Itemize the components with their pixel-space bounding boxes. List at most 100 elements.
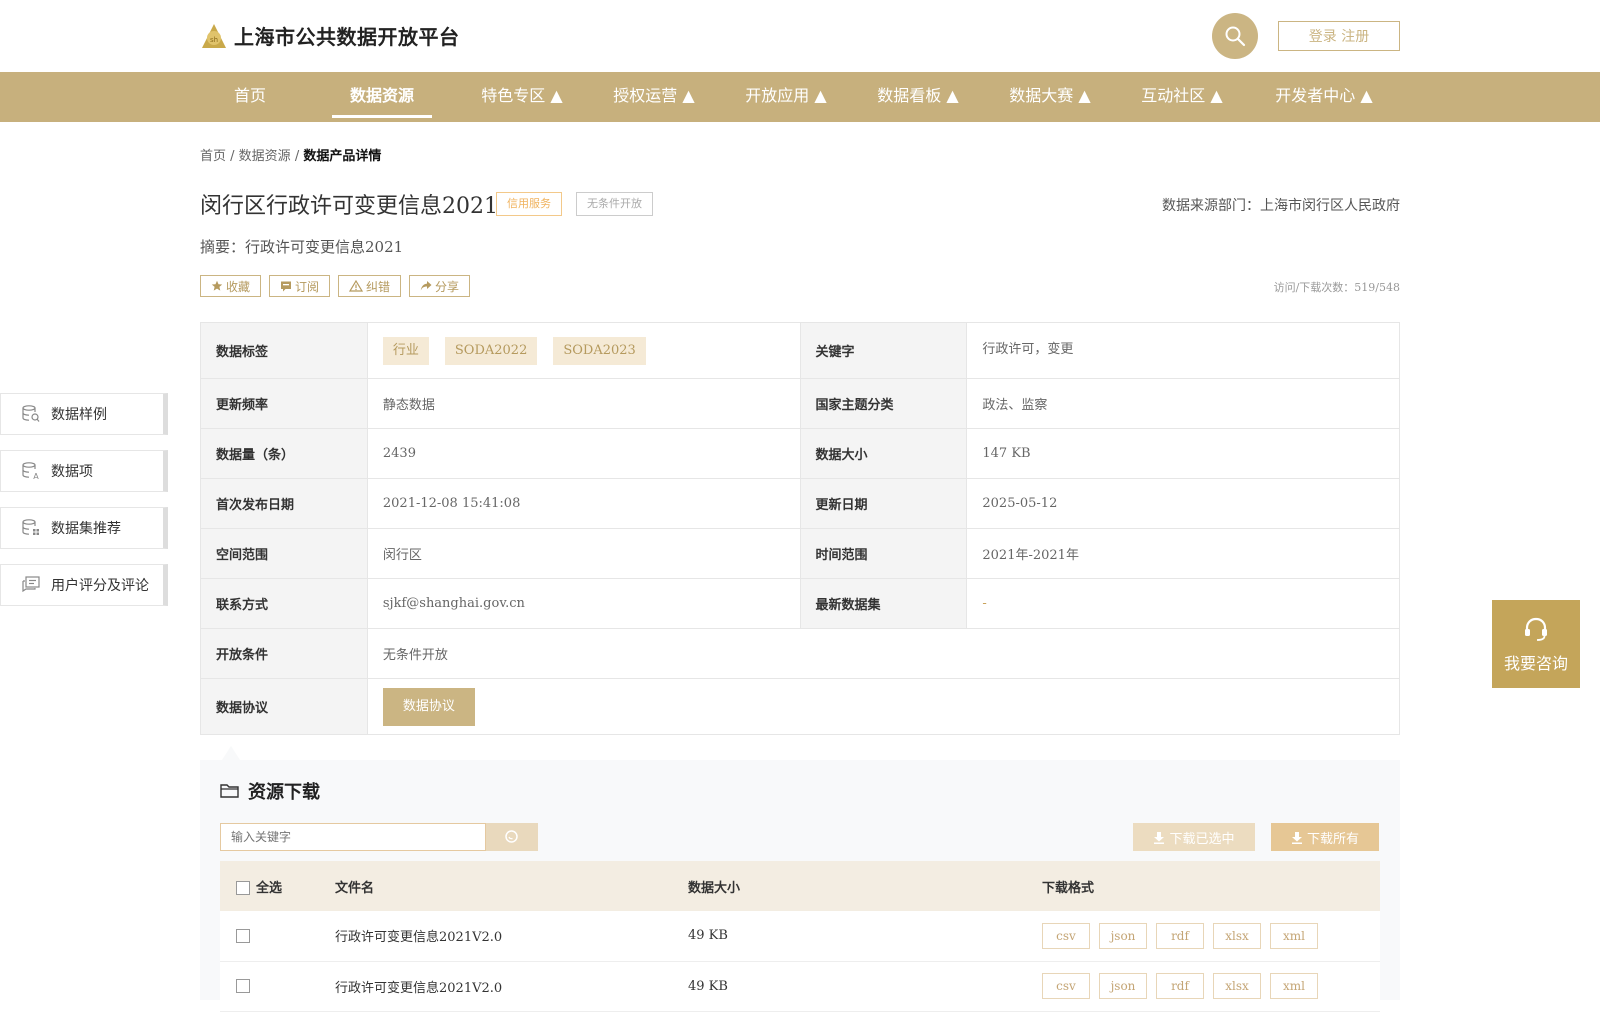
share-label: 分享 xyxy=(435,279,460,294)
format-cell: csv json rdf xlsx xml xyxy=(1041,911,1380,962)
login-register-button[interactable]: 登录 注册 xyxy=(1278,21,1400,51)
site-logo[interactable]: sh 上海市公共数据开放平台 xyxy=(200,21,460,50)
nav-item-community[interactable]: 互动社区 ▲ xyxy=(1122,72,1242,122)
subscribe-icon xyxy=(281,281,292,292)
breadcrumb-home[interactable]: 首页 xyxy=(200,149,226,164)
open-condition-value: 无条件开放 xyxy=(366,628,1401,679)
sidebar-item-user-reviews[interactable]: 用户评分及评论 xyxy=(0,564,168,606)
consult-label: 我要咨询 xyxy=(1503,654,1568,673)
sidebar-item-data-sample[interactable]: 数据样例 xyxy=(0,393,168,435)
format-csv-button[interactable]: csv xyxy=(1042,922,1090,949)
file-name: 行政许可变更信息2021V2.0 xyxy=(334,911,687,962)
share-icon xyxy=(420,281,432,291)
latest-dataset-value[interactable]: - xyxy=(966,578,1400,629)
dataset-info-table: 数据标签 行业 SODA2022 SODA2023 关键字 行政许可，变更 更新频率… xyxy=(200,322,1401,735)
main-nav: 首页 数据资源 特色专区 ▲ 授权运营 ▲ 开放应用 ▲ 数据看板 ▲ 数据大赛… xyxy=(0,72,1600,122)
format-rdf-button[interactable]: rdf xyxy=(1156,922,1204,949)
info-row: 开放条件 无条件开放 xyxy=(200,628,1401,679)
database-fields-icon: A xyxy=(22,462,39,481)
download-search-button[interactable] xyxy=(486,823,538,851)
share-button[interactable]: 分享 xyxy=(409,275,471,297)
download-all-button[interactable]: 下载所有 xyxy=(1271,823,1379,851)
data-size-value: 147 KB xyxy=(966,428,1400,479)
contact-value: sjkf@shanghai.gov.cn xyxy=(366,578,801,629)
favorite-label: 收藏 xyxy=(226,279,251,294)
sidebar-item-data-fields[interactable]: A 数据项 xyxy=(0,450,168,492)
subscribe-button[interactable]: 订阅 xyxy=(269,275,331,297)
info-row: 首次发布日期 2021-12-08 15:41:08 更新日期 2025-05-… xyxy=(200,478,1400,529)
nav-item-open-apps[interactable]: 开放应用 ▲ xyxy=(726,72,846,122)
info-key: 关键字 xyxy=(799,322,968,379)
favorite-button[interactable]: 收藏 xyxy=(200,275,262,297)
format-xlsx-button[interactable]: xlsx xyxy=(1213,973,1261,999)
download-selected-button[interactable]: 下载已选中 xyxy=(1133,823,1255,851)
format-xml-button[interactable]: xml xyxy=(1270,922,1318,949)
row-checkbox[interactable] xyxy=(236,928,250,943)
database-recommend-icon xyxy=(22,519,39,535)
format-rdf-button[interactable]: rdf xyxy=(1156,973,1204,999)
nav-item-data-contest[interactable]: 数据大赛 ▲ xyxy=(990,72,1110,122)
database-search-icon xyxy=(22,405,40,422)
column-header: 文件名 xyxy=(334,861,687,911)
format-json-button[interactable]: json xyxy=(1099,922,1147,949)
format-xlsx-button[interactable]: xlsx xyxy=(1213,922,1261,949)
format-xml-button[interactable]: xml xyxy=(1270,973,1318,999)
info-key: 数据大小 xyxy=(799,428,968,479)
download-all-label: 下载所有 xyxy=(1306,831,1359,847)
sidebar-item-label: 数据项 xyxy=(51,464,93,480)
info-row: 更新频率 静态数据 国家主题分类 政法、监察 xyxy=(200,378,1400,429)
info-row: 空间范围 闵行区 时间范围 2021年-2021年 xyxy=(200,528,1400,579)
keywords-value: 行政许可，变更 xyxy=(966,322,1400,379)
update-frequency-value: 静态数据 xyxy=(366,378,801,429)
nav-item-developer[interactable]: 开发者中心 ▲ xyxy=(1254,72,1394,122)
breadcrumb-resources[interactable]: 数据资源 xyxy=(239,149,291,164)
breadcrumb-separator: / xyxy=(290,149,304,164)
time-range-value: 2021年-2021年 xyxy=(966,528,1400,579)
sidebar-item-dataset-recommend[interactable]: 数据集推荐 xyxy=(0,507,168,549)
column-header: 下载格式 xyxy=(1041,861,1380,911)
data-protocol-button[interactable]: 数据协议 xyxy=(382,687,475,726)
report-error-button[interactable]: 纠错 xyxy=(338,275,402,297)
action-bar: 收藏 订阅 纠错 分享 xyxy=(200,275,471,297)
dataset-title: 闵行区行政许可变更信息2021 xyxy=(200,194,498,219)
format-csv-button[interactable]: csv xyxy=(1042,973,1090,999)
sidebar-item-label: 用户评分及评论 xyxy=(51,578,149,594)
site-title: 上海市公共数据开放平台 xyxy=(234,25,460,49)
spatial-range-value: 闵行区 xyxy=(366,528,801,579)
nav-item-data-dashboard[interactable]: 数据看板 ▲ xyxy=(858,72,978,122)
format-json-button[interactable]: json xyxy=(1099,973,1147,999)
nav-item-data-resources[interactable]: 数据资源 xyxy=(332,72,432,122)
info-key: 国家主题分类 xyxy=(799,378,968,429)
info-row: 联系方式 sjkf@shanghai.gov.cn 最新数据集 - xyxy=(200,578,1400,629)
row-select-cell xyxy=(220,911,334,962)
data-tag-chip[interactable]: SODA2023 xyxy=(553,336,646,365)
breadcrumb: 首页 / 数据资源 / 数据产品详情 xyxy=(200,145,381,164)
data-tag-chip[interactable]: 行业 xyxy=(382,336,429,365)
download-icon xyxy=(1291,831,1302,844)
search-icon xyxy=(1225,26,1246,47)
info-key: 数据标签 xyxy=(200,322,368,379)
header-search-button[interactable] xyxy=(1212,13,1258,59)
row-checkbox[interactable] xyxy=(236,979,250,993)
download-section-title: 资源下载 xyxy=(220,778,320,804)
info-key: 数据量（条） xyxy=(200,428,368,479)
nav-item-special-zones[interactable]: 特色专区 ▲ xyxy=(462,72,582,122)
svg-text:A: A xyxy=(33,472,39,481)
info-key: 时间范围 xyxy=(799,528,968,579)
nav-item-authorized-ops[interactable]: 授权运营 ▲ xyxy=(594,72,714,122)
file-table-header: 全选 文件名 数据大小 下载格式 xyxy=(220,861,1380,911)
info-key: 最新数据集 xyxy=(799,578,968,629)
visit-download-count: 访问/下载次数：519/548 xyxy=(1273,281,1400,294)
source-department: 数据来源部门：上海市闵行区人民政府 xyxy=(1162,198,1400,214)
nav-item-home[interactable]: 首页 xyxy=(200,72,300,122)
consult-button[interactable]: 我要咨询 xyxy=(1492,600,1580,688)
dataset-summary: 摘要：行政许可变更信息2021 xyxy=(200,238,404,256)
info-key: 更新频率 xyxy=(200,378,368,429)
info-key: 联系方式 xyxy=(200,578,368,629)
data-tag-chip[interactable]: SODA2022 xyxy=(444,336,538,365)
info-key: 首次发布日期 xyxy=(200,478,368,529)
protocol-cell: 数据协议 xyxy=(366,678,1401,735)
update-date-value: 2025-05-12 xyxy=(966,478,1400,529)
select-all-checkbox[interactable] xyxy=(236,881,250,895)
download-search-input[interactable] xyxy=(220,823,486,851)
